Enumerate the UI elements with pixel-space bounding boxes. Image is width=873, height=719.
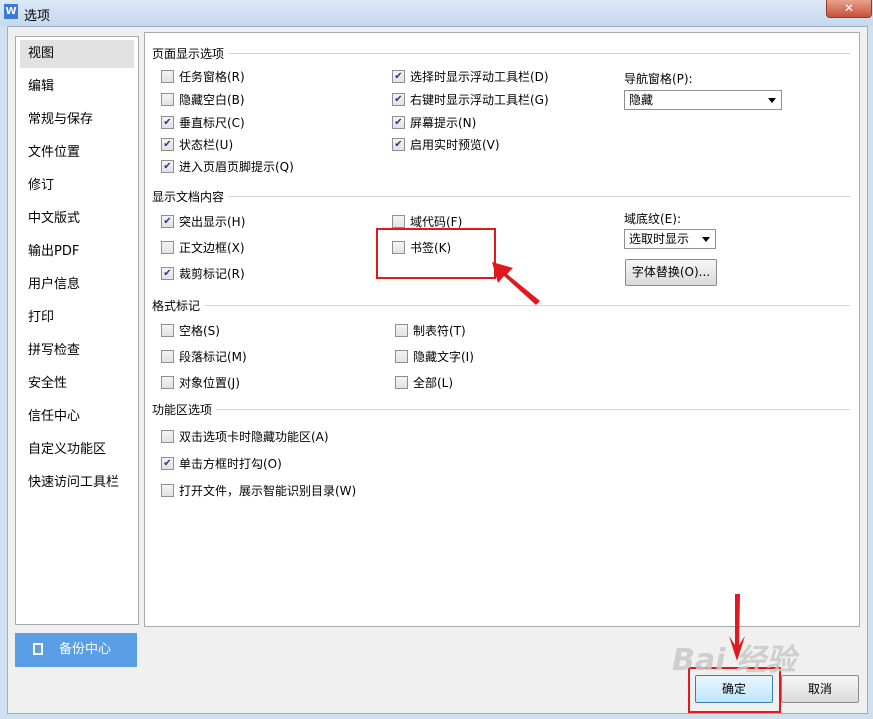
annotation-arrows — [492, 262, 745, 661]
baidu-watermark: Bai 经验 — [672, 643, 796, 678]
arrow-to-bookmarks — [492, 262, 540, 305]
